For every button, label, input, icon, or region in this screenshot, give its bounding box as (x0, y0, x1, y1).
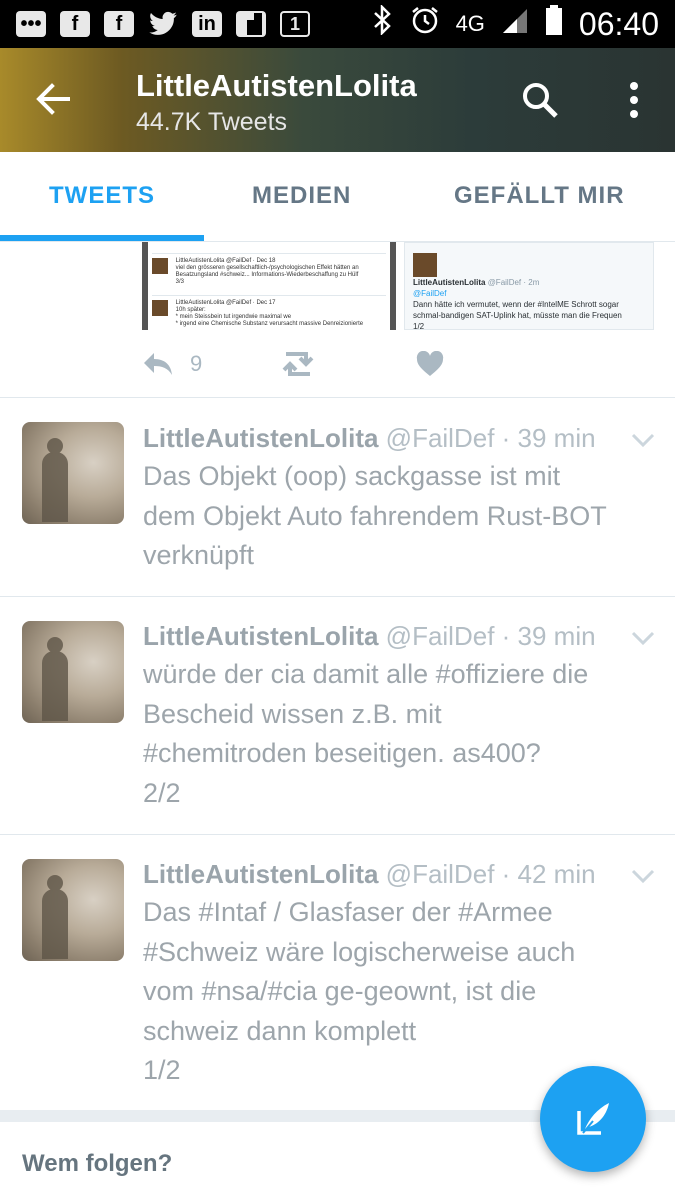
thumbnail (152, 300, 168, 316)
media-left-line: 3/3 (175, 279, 185, 285)
tweet-text-line: Das Objekt (oop) sackgasse ist mit (143, 461, 561, 491)
chat-icon: ••• (16, 11, 46, 37)
tweet-text-line: Das #Intaf / Glasfaser der #Armee (143, 897, 553, 927)
media-left-line: viel den grösseren gesellschaftlich-/psy… (175, 265, 359, 271)
signal-icon (501, 6, 529, 43)
tweet-text-line: vom #nsa/#cia ge-geownt, ist die (143, 976, 537, 1006)
tweet-text-line: Bescheid wissen z.B. mit (143, 698, 442, 729)
linkedin-icon: in (192, 11, 222, 37)
media-left-line: LittleAutistenLolita @FailDef · Dec 17 (175, 300, 276, 306)
tweet-handle-time: @FailDef · 42 min (385, 859, 596, 889)
tweet-author-name[interactable]: LittleAutistenLolita (143, 859, 378, 889)
page-title: LittleAutistenLolita (136, 68, 417, 103)
tweet-media-preview[interactable]: LittleAutistenLolita @FailDef · Dec 18 v… (142, 242, 654, 330)
tweet-header: LittleAutistenLolita @FailDef · 39 min (143, 423, 596, 454)
tweet-text: Das Objekt (oop) sackgasse ist mit dem O… (143, 457, 655, 576)
tweet-handle-time: @FailDef · 39 min (385, 621, 596, 651)
chevron-down-icon[interactable] (630, 630, 656, 646)
media-right-text: schmal-bandigen SAT-Uplink hat, müsste m… (413, 311, 622, 320)
retweet-button[interactable] (280, 346, 316, 382)
tweet-header: LittleAutistenLolita @FailDef · 42 min (143, 859, 596, 890)
bluetooth-icon (372, 3, 394, 43)
system-status: 4G 06:40 (372, 3, 659, 43)
tweet-count: 44.7K Tweets (136, 108, 288, 136)
tweet-text-line: dem Objekt Auto fahrendem Rust-BOT (143, 500, 607, 531)
reply-button[interactable]: 9 (142, 346, 202, 382)
media-image-left[interactable]: LittleAutistenLolita @FailDef · Dec 18 v… (142, 242, 396, 330)
tweet-text-line: 2/2 (143, 777, 181, 808)
profile-tabs: TWEETS MEDIEN GEFÄLLT MIR (0, 152, 675, 242)
active-tab-indicator (0, 235, 204, 241)
battery-icon (545, 5, 563, 43)
notification-icons: ••• f f in 1 (16, 11, 310, 37)
facebook-icon: f (104, 11, 134, 37)
tweet-item[interactable]: LittleAutistenLolita @FailDef · 39 min w… (0, 597, 675, 833)
like-button[interactable] (416, 346, 444, 382)
tweet-text-line: schweiz dann komplett (143, 1015, 417, 1046)
media-left-line: LittleAutistenLolita @FailDef · Dec 18 (175, 258, 276, 264)
tab-gefaellt-mir[interactable]: GEFÄLLT MIR (454, 182, 625, 210)
alarm-icon (410, 5, 440, 43)
chevron-down-icon[interactable] (630, 868, 656, 884)
media-right-text: Dann hätte ich vermutet, wenn der #Intel… (413, 300, 619, 309)
tweet-author-name[interactable]: LittleAutistenLolita (143, 621, 378, 651)
tweet-text-line: #chemitroden beseitigen. as400? (143, 738, 541, 768)
network-type: 4G (455, 11, 485, 36)
reply-count: 9 (190, 351, 203, 376)
tweet-text: Das #Intaf / Glasfaser der #Armee #Schwe… (143, 893, 655, 1091)
notification-one-icon: 1 (280, 11, 310, 37)
chevron-down-icon[interactable] (630, 432, 656, 448)
media-right-handle: @FailDef · 2m (487, 278, 540, 287)
retweet-icon (282, 352, 314, 376)
media-image-right[interactable]: LittleAutistenLolita @FailDef · 2m @Fail… (404, 242, 654, 330)
facebook-icon: f (60, 11, 90, 37)
media-left-line: Besatzungsland #schweiz... Informations-… (175, 272, 359, 278)
media-right-name: LittleAutistenLolita (413, 278, 486, 287)
tweet-text: würde der cia damit alle #offiziere die … (143, 655, 655, 813)
overflow-menu-icon[interactable] (624, 78, 644, 122)
tweet-header: LittleAutistenLolita @FailDef · 39 min (143, 621, 596, 652)
tab-medien[interactable]: MEDIEN (252, 182, 351, 210)
reply-icon (144, 353, 172, 375)
avatar[interactable] (22, 621, 124, 723)
media-right-reply: @FailDef (413, 289, 447, 298)
avatar[interactable] (22, 422, 124, 524)
tweet-text-line: #Schweiz wäre logischerweise auch (143, 936, 576, 967)
tab-tweets[interactable]: TWEETS (49, 182, 155, 210)
clock: 06:40 (578, 5, 659, 42)
media-left-line: * irgend eine Chemische Substanz verursa… (175, 321, 364, 327)
back-arrow-icon[interactable] (30, 76, 76, 122)
tweet-author-name[interactable]: LittleAutistenLolita (143, 423, 378, 453)
tweet-handle-time: @FailDef · 39 min (385, 423, 596, 453)
tweet-text-line: verknüpft (143, 540, 255, 570)
compose-tweet-button[interactable] (540, 1066, 646, 1172)
heart-icon (416, 351, 444, 376)
media-left-line: 10h später: (175, 307, 206, 313)
media-left-line: * mein Steissbein tut irgendwie maximal … (175, 314, 292, 320)
thumbnail (413, 253, 437, 277)
thumbnail (152, 258, 168, 274)
twitter-icon (148, 11, 178, 37)
flipboard-icon (236, 11, 266, 37)
status-bar: ••• f f in 1 4G 06:40 (0, 0, 675, 48)
search-icon[interactable] (520, 80, 560, 120)
profile-header: LittleAutistenLolita 44.7K Tweets (0, 48, 675, 152)
tweet-item[interactable]: LittleAutistenLolita @FailDef · 39 min D… (0, 398, 675, 596)
media-right-text: 1/2 (413, 322, 425, 330)
compose-quill-icon (577, 1103, 609, 1135)
avatar[interactable] (22, 859, 124, 961)
tweet-text-line: würde der cia damit alle #offiziere die (143, 659, 589, 689)
who-to-follow-heading[interactable]: Wem folgen? (22, 1150, 172, 1178)
